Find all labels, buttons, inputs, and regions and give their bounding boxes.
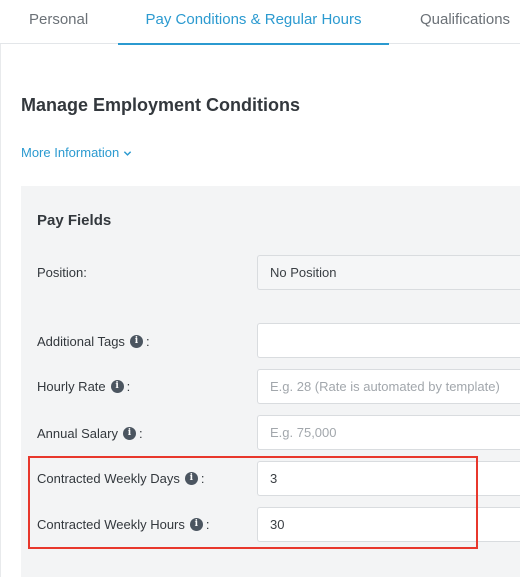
chevron-down-icon [124,151,132,156]
weekly-hours-input[interactable]: 30 [257,507,520,542]
label-colon: : [145,333,150,349]
annual-salary-input[interactable] [257,415,520,450]
additional-tags-input[interactable] [257,323,520,358]
content-divider [0,44,1,577]
info-icon[interactable]: i [110,379,124,393]
hourly-rate-text: Hourly Rate [37,378,106,394]
weekly-hours-text: Contracted Weekly Hours [37,516,185,532]
weekly-days-text: Contracted Weekly Days [37,470,180,486]
more-information-link[interactable]: More Information [21,145,132,160]
weekly-hours-label: Contracted Weekly Hours i : [37,515,210,533]
tab-bar: Personal Pay Conditions & Regular Hours … [0,0,520,45]
label-colon: : [205,516,210,532]
info-icon[interactable]: i [189,517,203,531]
info-icon[interactable]: i [122,426,136,440]
info-icon[interactable]: i [184,471,198,485]
pay-fields-title: Pay Fields [37,212,112,229]
tab-qualifications[interactable]: Qualifications [420,0,510,44]
label-colon: : [126,378,131,394]
page-title: Manage Employment Conditions [21,95,301,115]
info-icon[interactable]: i [129,334,143,348]
additional-tags-text: Additional Tags [37,333,125,349]
additional-tags-label: Additional Tags i : [37,332,150,350]
more-information-label: More Information [21,145,120,160]
pay-fields-panel: Pay Fields Position: No Position Additio… [21,186,520,577]
hourly-rate-input[interactable] [257,369,520,404]
position-select[interactable]: No Position [257,255,520,290]
label-colon: : [200,470,205,486]
tab-pay-conditions[interactable]: Pay Conditions & Regular Hours [118,0,389,45]
annual-salary-text: Annual Salary [37,425,118,441]
weekly-days-input[interactable]: 3 [257,461,520,496]
position-label: Position: [37,264,87,280]
weekly-days-label: Contracted Weekly Days i : [37,469,204,487]
annual-salary-label: Annual Salary i : [37,424,143,442]
label-colon: : [138,425,143,441]
hourly-rate-label: Hourly Rate i : [37,377,130,395]
tab-personal[interactable]: Personal [29,0,88,44]
